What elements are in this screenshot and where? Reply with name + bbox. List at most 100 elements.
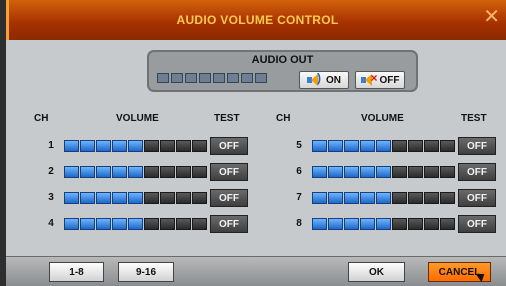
title-bar: AUDIO VOLUME CONTROL ✕ xyxy=(6,0,506,40)
window-title: AUDIO VOLUME CONTROL xyxy=(176,13,339,27)
volume-segment xyxy=(344,140,359,152)
volume-segment xyxy=(192,192,207,204)
channel-test-button[interactable]: OFF xyxy=(458,189,496,207)
volume-segment xyxy=(344,192,359,204)
ok-button[interactable]: OK xyxy=(348,262,405,282)
channel-test-button[interactable]: OFF xyxy=(210,189,248,207)
channel-volume-bar[interactable] xyxy=(64,218,207,230)
channel-number: 5 xyxy=(296,140,302,151)
ch-header-left: CH xyxy=(34,113,49,124)
ch-header-right: CH xyxy=(276,113,291,124)
volume-segment xyxy=(144,218,159,230)
volume-segment xyxy=(96,140,111,152)
volume-segment xyxy=(376,166,391,178)
volume-header-right: VOLUME xyxy=(361,113,404,124)
close-icon[interactable]: ✕ xyxy=(483,7,500,27)
channel-volume-bar[interactable] xyxy=(64,140,207,152)
volume-segment xyxy=(424,140,439,152)
volume-segment xyxy=(160,218,175,230)
page-9-16-button[interactable]: 9-16 xyxy=(118,262,174,282)
audio-out-level-segment xyxy=(213,73,225,83)
volume-segment xyxy=(440,140,455,152)
audio-volume-control-window: AUDIO VOLUME CONTROL ✕ AUDIO OUT ) ON × … xyxy=(0,0,506,286)
audio-out-off-label: OFF xyxy=(379,74,400,86)
volume-segment xyxy=(440,166,455,178)
channel-number: 1 xyxy=(48,140,54,151)
volume-segment xyxy=(128,218,143,230)
audio-out-off-button[interactable]: × OFF xyxy=(355,71,405,89)
volume-segment xyxy=(64,166,79,178)
volume-segment xyxy=(376,140,391,152)
test-header-left: TEST xyxy=(214,113,240,124)
channel-number: 4 xyxy=(48,218,54,229)
speaker-off-icon: × xyxy=(360,71,378,86)
content-panel: AUDIO OUT ) ON × OFF CH VOLUME TEST CH V… xyxy=(6,40,506,256)
volume-segment xyxy=(312,166,327,178)
volume-segment xyxy=(160,166,175,178)
volume-segment xyxy=(408,166,423,178)
volume-segment xyxy=(112,140,127,152)
test-header-right: TEST xyxy=(461,113,487,124)
volume-segment xyxy=(144,192,159,204)
volume-segment xyxy=(64,192,79,204)
channel-volume-bar[interactable] xyxy=(64,192,207,204)
volume-segment xyxy=(440,192,455,204)
channel-test-button[interactable]: OFF xyxy=(210,163,248,181)
volume-segment xyxy=(392,166,407,178)
audio-out-level-bar[interactable] xyxy=(157,73,267,83)
volume-segment xyxy=(192,218,207,230)
volume-segment xyxy=(160,192,175,204)
volume-segment xyxy=(128,192,143,204)
channel-number: 3 xyxy=(48,192,54,203)
audio-out-panel: AUDIO OUT ) ON × OFF xyxy=(147,50,418,92)
volume-segment xyxy=(80,192,95,204)
audio-out-on-label: ON xyxy=(326,74,341,86)
audio-out-level-segment xyxy=(171,73,183,83)
volume-segment xyxy=(376,218,391,230)
volume-segment xyxy=(112,218,127,230)
volume-segment xyxy=(344,166,359,178)
channel-test-button[interactable]: OFF xyxy=(210,137,248,155)
channel-volume-bar[interactable] xyxy=(312,218,455,230)
channel-volume-bar[interactable] xyxy=(312,192,455,204)
volume-segment xyxy=(128,166,143,178)
volume-segment xyxy=(328,140,343,152)
volume-segment xyxy=(80,218,95,230)
volume-segment xyxy=(144,140,159,152)
audio-out-on-button[interactable]: ) ON xyxy=(299,71,349,89)
volume-segment xyxy=(328,192,343,204)
volume-segment xyxy=(424,218,439,230)
volume-segment xyxy=(328,166,343,178)
volume-segment xyxy=(360,192,375,204)
volume-segment xyxy=(176,192,191,204)
channel-test-button[interactable]: OFF xyxy=(210,215,248,233)
channel-test-button[interactable]: OFF xyxy=(458,137,496,155)
channel-test-button[interactable]: OFF xyxy=(458,215,496,233)
volume-segment xyxy=(64,140,79,152)
audio-out-level-segment xyxy=(199,73,211,83)
volume-segment xyxy=(408,140,423,152)
volume-segment xyxy=(312,218,327,230)
bottom-toolbar: 1-8 9-16 OK CANCEL xyxy=(6,256,506,286)
volume-segment xyxy=(328,218,343,230)
speaker-on-icon: ) xyxy=(307,71,323,86)
volume-header-left: VOLUME xyxy=(116,113,159,124)
channel-test-button[interactable]: OFF xyxy=(458,163,496,181)
channel-volume-bar[interactable] xyxy=(312,140,455,152)
channel-volume-bar[interactable] xyxy=(64,166,207,178)
volume-segment xyxy=(112,192,127,204)
volume-segment xyxy=(392,218,407,230)
volume-segment xyxy=(80,166,95,178)
volume-segment xyxy=(360,218,375,230)
page-1-8-button[interactable]: 1-8 xyxy=(49,262,104,282)
volume-segment xyxy=(144,166,159,178)
volume-segment xyxy=(312,140,327,152)
audio-out-label: AUDIO OUT xyxy=(251,54,314,66)
volume-segment xyxy=(80,140,95,152)
volume-segment xyxy=(160,140,175,152)
channel-number: 2 xyxy=(48,166,54,177)
volume-segment xyxy=(192,166,207,178)
channel-volume-bar[interactable] xyxy=(312,166,455,178)
volume-segment xyxy=(360,166,375,178)
volume-segment xyxy=(176,166,191,178)
